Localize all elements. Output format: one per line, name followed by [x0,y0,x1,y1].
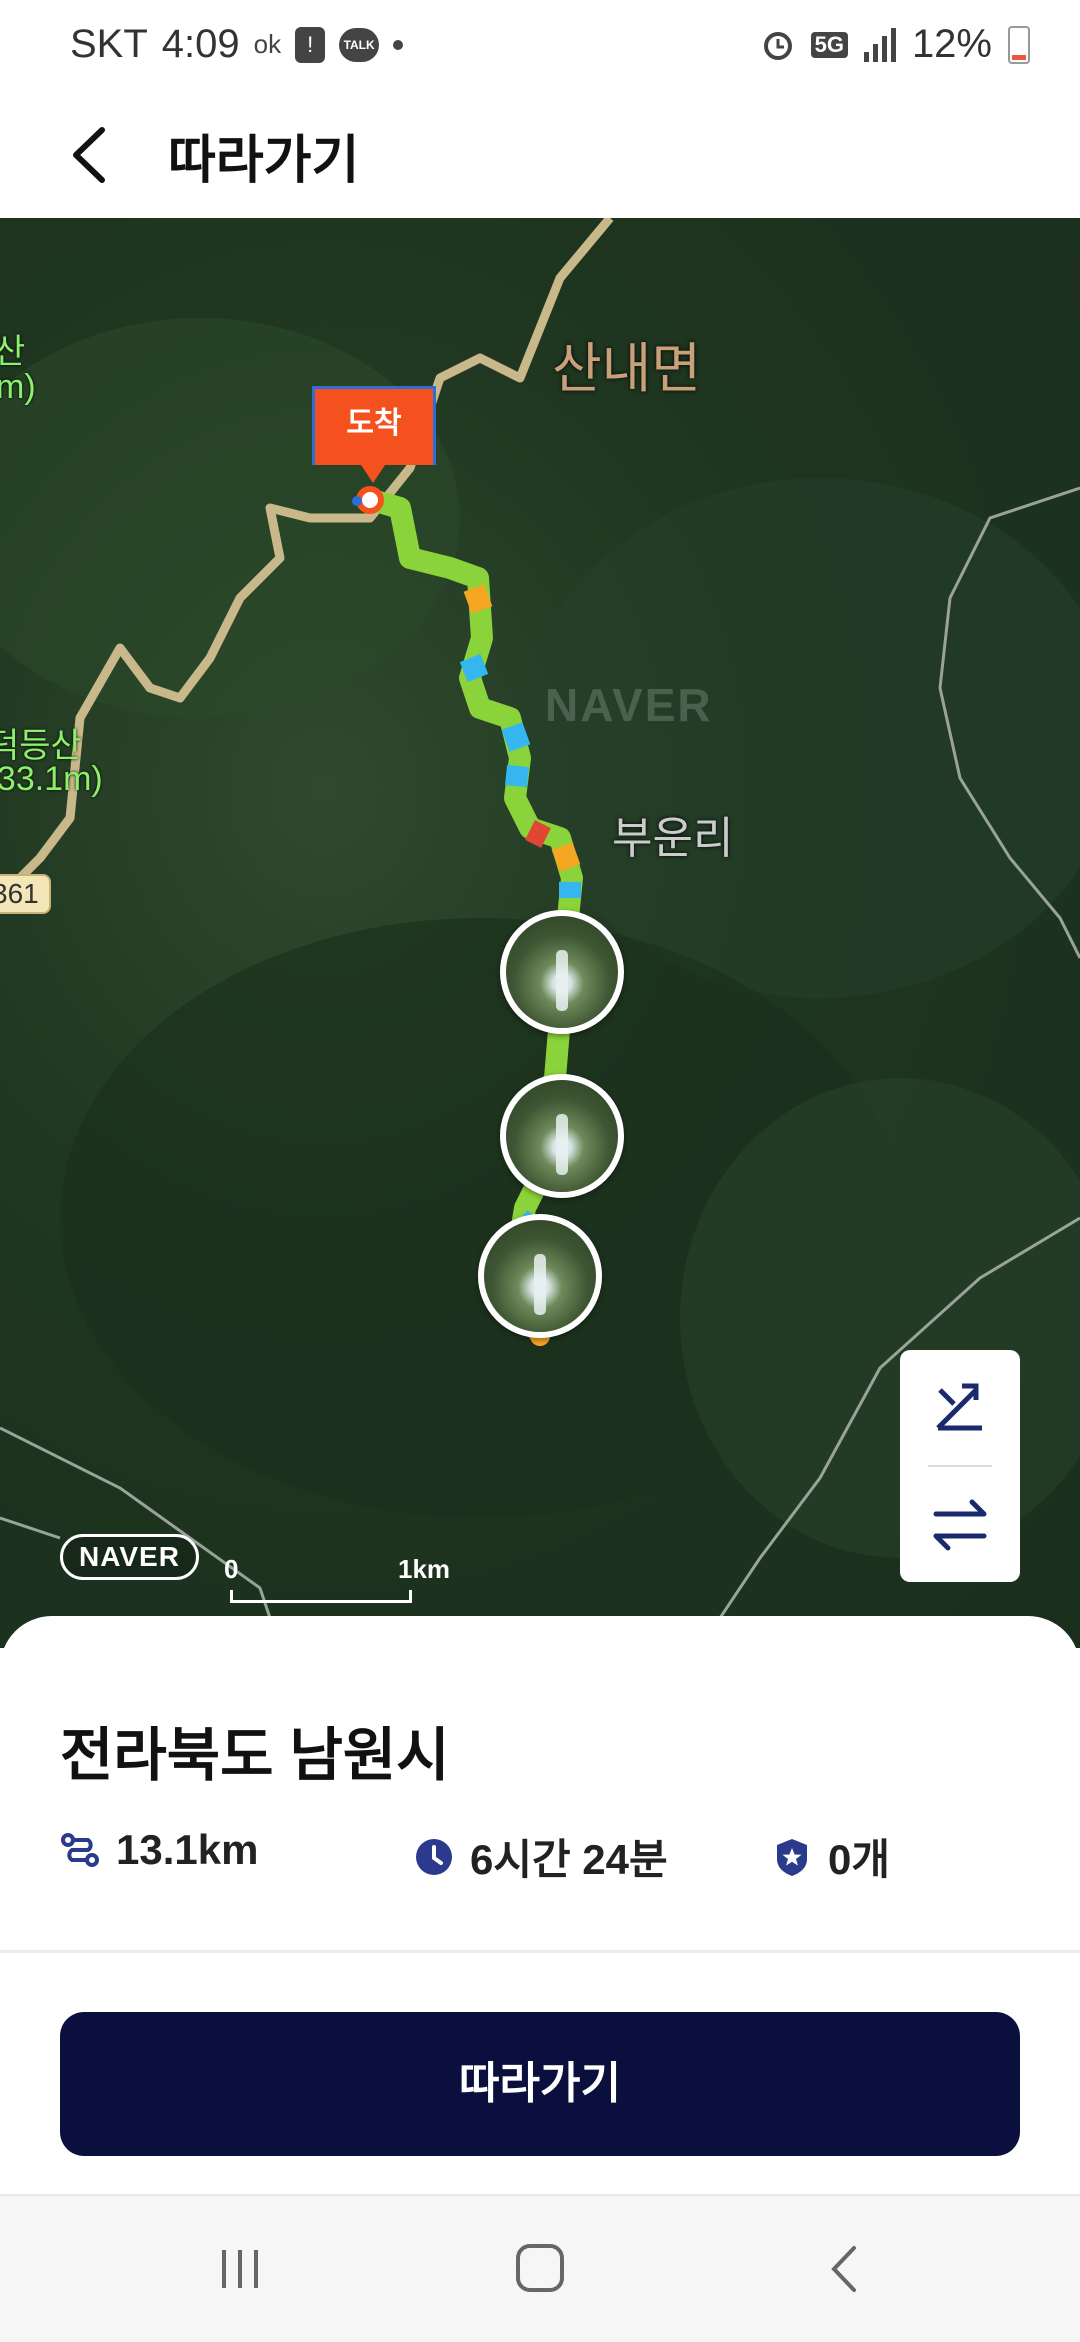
recent-apps-icon[interactable] [210,2242,270,2296]
photo-marker[interactable] [500,1074,624,1198]
duration-stat: 6시간 24분 [414,1826,668,1887]
carrier-label: SKT [70,22,148,66]
map-label-bunri: 부운리 [612,814,734,863]
map-label-elevation-mid: 333.1m) [0,760,103,798]
alert-icon: ! [295,26,326,63]
end-pin-icon [352,486,384,514]
duration-value: 6시간 24분 [470,1836,668,1883]
map-view[interactable]: NAVER 산내면 부운리 산 m) 덕등산 333.1m) 361 도착 NA… [0,218,1080,1648]
status-right: 5G 12% [761,22,1030,67]
controls-divider [928,1465,992,1467]
sheet-divider [0,1950,1080,1953]
naver-logo: NAVER [60,1534,199,1580]
back-arrow-icon[interactable] [62,120,122,190]
bottom-sheet: 전라북도 남원시 13.1km 6시간 24분 0개 따라가기 [0,1616,1080,2190]
map-label-mountain-top: 산 [0,333,26,371]
swap-direction-icon[interactable] [900,1470,1020,1580]
arrival-marker[interactable]: 도착 [312,386,436,483]
talk-icon: TALK [339,27,380,62]
shield-star-icon [777,1838,807,1876]
map-label-sannae: 산내면 [552,339,702,399]
scale-bar [230,1590,412,1603]
follow-button[interactable]: 따라가기 [60,2012,1020,2156]
signal-icon [863,27,896,62]
distance-value: 13.1km [116,1826,259,1873]
trip-stats: 13.1km 6시간 24분 0개 [60,1826,1040,1886]
photo-marker[interactable] [478,1214,602,1338]
clock: 4:09 [161,22,240,66]
map-label-elevation-top: m) [0,368,36,406]
elevation-toggle-icon[interactable] [900,1350,1020,1460]
status-left: SKT 4:09 ok ! TALK [70,22,404,67]
network-label: 5G [810,31,848,58]
map-scale: 0 1km [222,1554,450,1603]
scale-start-label: 0 [224,1554,239,1584]
route-distance-icon [61,1833,99,1867]
ok-icon: ok [253,29,282,59]
clock-icon [416,1838,452,1875]
route-number-badge: 361 [0,874,51,914]
distance-stat: 13.1km [60,1826,258,1874]
battery-label: 12% [911,22,992,66]
home-icon[interactable] [510,2242,570,2296]
status-bar: SKT 4:09 ok ! TALK 5G 12% [0,0,1080,96]
badge-count: 0개 [828,1836,890,1883]
system-nav-bar [0,2194,1080,2342]
location-title: 전라북도 남원시 [60,1723,450,1788]
page-title: 따라가기 [168,132,360,190]
map-controls [900,1350,1020,1582]
scale-end-label: 1km [398,1554,451,1584]
badge-stat: 0개 [772,1826,890,1887]
photo-marker[interactable] [500,910,624,1034]
header: 따라가기 [0,96,1080,218]
alarm-icon [763,31,792,60]
naver-watermark: NAVER [545,679,713,731]
notification-dot-icon [393,39,404,50]
back-nav-icon[interactable] [816,2242,876,2296]
battery-icon [1008,25,1030,64]
